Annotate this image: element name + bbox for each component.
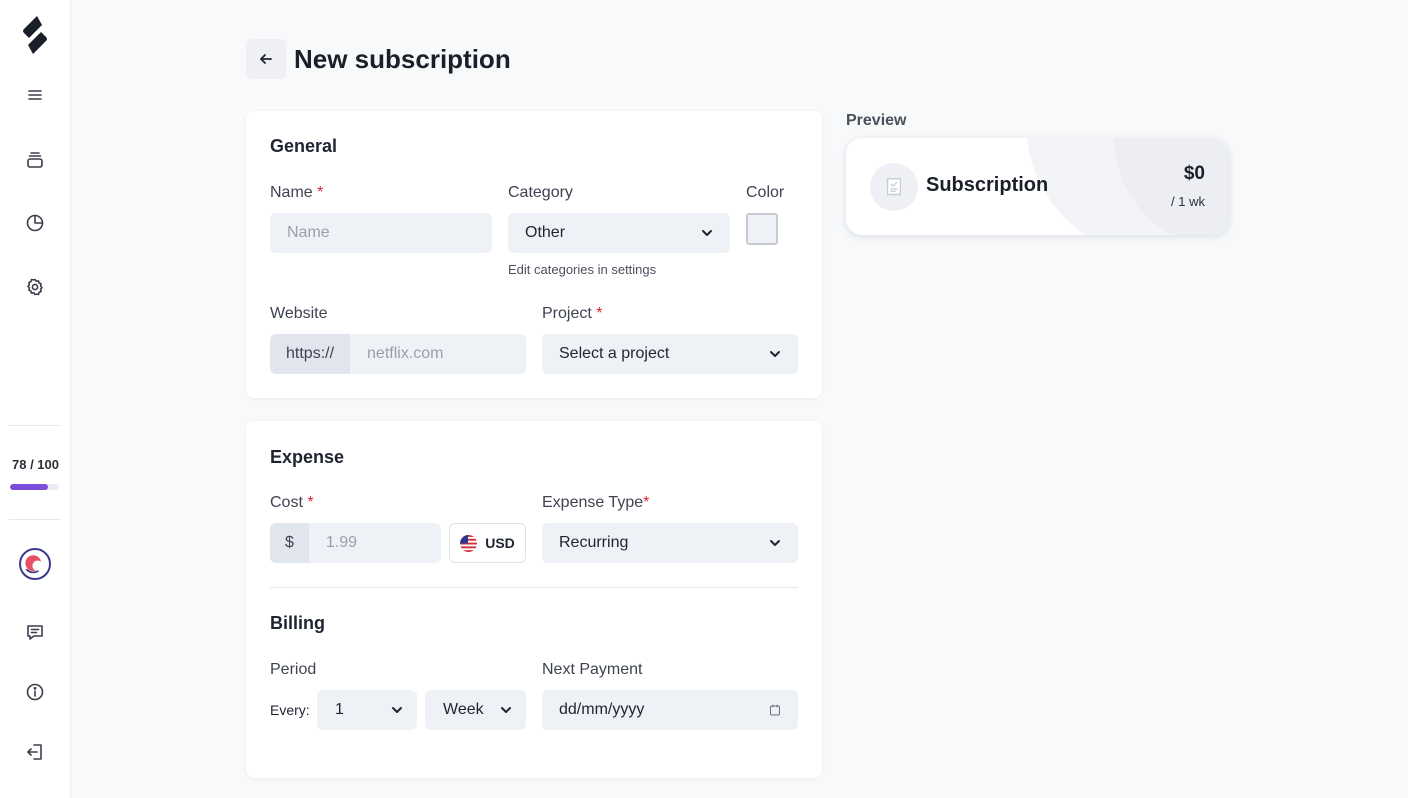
hamburger-menu-icon[interactable] bbox=[23, 83, 47, 107]
sidebar-divider-top bbox=[9, 425, 61, 426]
back-button[interactable] bbox=[246, 39, 286, 79]
page-title: New subscription bbox=[294, 44, 511, 74]
currency-label: USD bbox=[485, 535, 515, 551]
sidebar: 78 / 100 bbox=[0, 0, 71, 798]
general-title: General bbox=[270, 136, 338, 156]
every-label: Every: bbox=[270, 702, 310, 718]
website-field[interactable]: https:// bbox=[270, 334, 526, 374]
period-unit-value: Week bbox=[443, 701, 484, 718]
usage-count: 78 / 100 bbox=[12, 457, 59, 472]
us-flag-icon bbox=[460, 534, 478, 552]
chevron-down-icon bbox=[392, 707, 402, 713]
cost-prefix: $ bbox=[270, 523, 309, 563]
project-select[interactable]: Select a project bbox=[542, 334, 798, 374]
arrow-left-icon bbox=[260, 54, 272, 64]
project-label: Project * bbox=[542, 305, 603, 322]
next-payment-placeholder: dd/mm/yyyy bbox=[559, 701, 645, 718]
category-value: Other bbox=[525, 224, 566, 241]
website-prefix: https:// bbox=[270, 334, 351, 374]
gear-icon[interactable] bbox=[23, 275, 47, 299]
chevron-down-icon bbox=[770, 351, 780, 357]
chevron-down-icon bbox=[501, 707, 511, 713]
stack-icon[interactable] bbox=[23, 148, 47, 172]
logout-icon[interactable] bbox=[23, 740, 47, 764]
category-hint: Edit categories in settings bbox=[508, 262, 657, 277]
name-input[interactable] bbox=[270, 213, 492, 253]
chevron-down-icon bbox=[770, 540, 780, 546]
currency-button[interactable]: USD bbox=[449, 523, 526, 563]
period-unit-select[interactable]: Week bbox=[425, 690, 526, 730]
usage-progress-fill bbox=[10, 484, 49, 490]
color-picker[interactable] bbox=[746, 213, 778, 245]
billing-title: Billing bbox=[270, 613, 325, 633]
period-count-value: 1 bbox=[335, 701, 344, 718]
info-icon[interactable] bbox=[23, 680, 47, 704]
cost-field[interactable]: $ bbox=[270, 523, 441, 563]
category-select[interactable]: Other bbox=[508, 213, 730, 253]
period-label: Period bbox=[270, 661, 317, 678]
next-payment-label: Next Payment bbox=[542, 661, 643, 678]
preview-price: $0 bbox=[1183, 163, 1205, 184]
color-label: Color bbox=[746, 184, 785, 201]
expense-type-select[interactable]: Recurring bbox=[542, 523, 798, 563]
name-field[interactable] bbox=[270, 213, 492, 253]
usage-progress-bar bbox=[10, 484, 59, 490]
section-divider bbox=[270, 587, 798, 588]
preview-period: / 1 wk bbox=[1171, 194, 1205, 209]
expense-type-value: Recurring bbox=[559, 534, 629, 551]
next-payment-field[interactable]: dd/mm/yyyy bbox=[542, 690, 798, 730]
calendar-icon[interactable] bbox=[769, 704, 781, 716]
cost-input[interactable] bbox=[308, 523, 441, 563]
preview-card: Subscription $0 / 1 wk bbox=[846, 138, 1229, 235]
category-label: Category bbox=[508, 184, 573, 201]
period-count-select[interactable]: 1 bbox=[317, 690, 417, 730]
website-label: Website bbox=[270, 305, 328, 322]
message-icon[interactable] bbox=[23, 620, 47, 644]
chevron-down-icon bbox=[702, 230, 712, 236]
cost-label: Cost * bbox=[270, 494, 314, 511]
expense-title: Expense bbox=[270, 447, 345, 467]
sidebar-divider-bottom bbox=[9, 519, 61, 520]
project-value: Select a project bbox=[559, 345, 670, 362]
name-label: Name * bbox=[270, 184, 324, 201]
preview-label: Preview bbox=[846, 112, 907, 129]
app-logo[interactable] bbox=[20, 14, 50, 56]
preview-name: Subscription bbox=[926, 174, 1049, 196]
website-input[interactable] bbox=[350, 334, 526, 374]
avatar[interactable] bbox=[19, 548, 51, 580]
expense-type-label: Expense Type* bbox=[542, 494, 650, 511]
pie-chart-icon[interactable] bbox=[23, 211, 47, 235]
receipt-icon bbox=[870, 163, 918, 211]
